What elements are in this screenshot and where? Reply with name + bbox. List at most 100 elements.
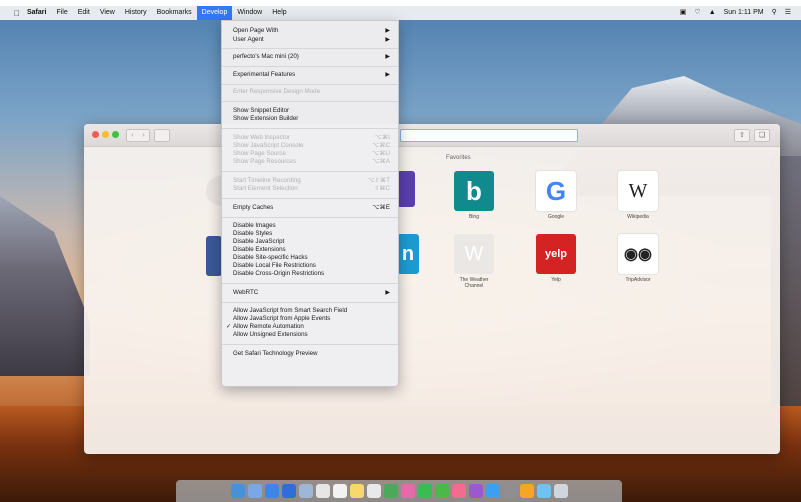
submenu-arrow-icon: ▶ — [385, 28, 390, 34]
menu-item-experimental-features[interactable]: Experimental Features ▶ — [233, 71, 390, 79]
menu-view[interactable]: View — [95, 6, 120, 20]
menu-file[interactable]: File — [51, 6, 72, 20]
menu-item-label: Disable JavaScript — [233, 238, 285, 245]
favorite-tile-bing[interactable]: b Bing — [454, 171, 494, 220]
menu-item-label: Show Page Resources — [233, 158, 296, 165]
menu-item-allow-smart-search[interactable]: Allow JavaScript from Smart Search Field — [233, 307, 390, 315]
notes-icon[interactable] — [349, 484, 364, 498]
menu-item-allow-apple-events[interactable]: Allow JavaScript from Apple Events — [233, 315, 390, 323]
menu-item-disable-extensions[interactable]: Disable Extensions — [233, 246, 390, 254]
maps-icon[interactable] — [383, 484, 398, 498]
messages-icon[interactable] — [417, 484, 432, 498]
menu-item-disable-images[interactable]: Disable Images — [233, 222, 390, 230]
menu-item-label: Show Web Inspector — [233, 134, 290, 141]
menu-item-label: Disable Local File Restrictions — [233, 262, 316, 269]
menu-item-label: WebRTC — [233, 289, 259, 296]
calendar-icon[interactable] — [332, 484, 347, 498]
favorite-tile-hidden-3[interactable] — [206, 236, 222, 279]
favorite-tile-yelp[interactable]: yelp Yelp — [536, 234, 576, 283]
nav-buttons: ‹ › — [126, 129, 150, 142]
back-icon[interactable]: ‹ — [127, 130, 138, 141]
trash-icon[interactable] — [553, 484, 568, 498]
menu-help[interactable]: Help — [267, 6, 291, 20]
menu-item-timeline[interactable]: Start Timeline Recording ⌥⇧⌘T — [233, 177, 390, 185]
menu-safari[interactable]: Safari — [22, 6, 51, 20]
weather-channel-icon: W — [454, 234, 494, 274]
menu-history[interactable]: History — [120, 6, 152, 20]
menu-item-device[interactable]: perfecto's Mac mini (20) ▶ — [233, 53, 390, 61]
music-icon[interactable] — [451, 484, 466, 498]
clock[interactable]: Sun 1:11 PM — [724, 6, 764, 20]
menu-item-label: Start Timeline Recording — [233, 177, 301, 184]
shortcut: ⌥⌘A — [372, 158, 390, 165]
app-icon[interactable] — [519, 484, 534, 498]
menu-item-tech-preview[interactable]: Get Safari Technology Preview — [233, 350, 390, 358]
zoom-button[interactable] — [112, 131, 119, 138]
siri-icon[interactable] — [247, 484, 262, 498]
forward-icon[interactable]: › — [138, 130, 149, 141]
menu-item-page-resources[interactable]: Show Page Resources ⌥⌘A — [233, 158, 390, 166]
sidebar-toggle-button[interactable] — [154, 129, 170, 142]
app-store-icon[interactable] — [485, 484, 500, 498]
menu-item-webrtc[interactable]: WebRTC ▶ — [233, 289, 390, 297]
photos-icon[interactable] — [400, 484, 415, 498]
podcasts-icon[interactable] — [468, 484, 483, 498]
develop-menu: Open Page With ▶ User Agent ▶ perfecto's M… — [221, 20, 399, 387]
menu-item-web-inspector[interactable]: Show Web Inspector ⌥⌘I — [233, 134, 390, 142]
finder-icon[interactable] — [230, 484, 245, 498]
menu-item-page-source[interactable]: Show Page Source ⌥⌘U — [233, 150, 390, 158]
menu-item-open-page-with[interactable]: Open Page With ▶ — [233, 27, 390, 35]
menu-item-snippet-editor[interactable]: Show Snippet Editor — [233, 107, 390, 115]
menu-item-label: Disable Extensions — [233, 246, 286, 253]
downloads-folder-icon[interactable] — [536, 484, 551, 498]
menu-item-label: User Agent — [233, 36, 264, 43]
menu-bar:  Safari File Edit View History Bookmark… — [0, 6, 801, 20]
favorite-tile-hidden-4[interactable]: n — [397, 234, 419, 277]
share-icon[interactable]: ⇧ — [734, 129, 750, 142]
launchpad-icon[interactable] — [264, 484, 279, 498]
menu-item-extension-builder[interactable]: Show Extension Builder — [233, 115, 390, 123]
menu-item-disable-styles[interactable]: Disable Styles — [233, 230, 390, 238]
close-button[interactable] — [92, 131, 99, 138]
menu-item-allow-remote-automation[interactable]: ✓ Allow Remote Automation — [226, 323, 390, 331]
mail-icon[interactable] — [298, 484, 313, 498]
address-bar[interactable] — [400, 129, 578, 142]
shortcut: ⌥⌘E — [372, 204, 390, 211]
minimize-button[interactable] — [102, 131, 109, 138]
contacts-icon[interactable] — [315, 484, 330, 498]
menu-item-responsive-design[interactable]: Enter Responsive Design Mode — [233, 88, 390, 96]
reminders-icon[interactable] — [366, 484, 381, 498]
facetime-icon[interactable] — [434, 484, 449, 498]
menu-item-label: Empty Caches — [233, 204, 274, 211]
menu-item-label: Get Safari Technology Preview — [233, 350, 318, 357]
favorite-tile-tripadvisor[interactable]: ◉◉ TripAdvisor — [618, 234, 658, 283]
safari-icon[interactable] — [281, 484, 296, 498]
notification-center-icon[interactable]: ☰ — [785, 6, 791, 20]
menu-bookmarks[interactable]: Bookmarks — [152, 6, 197, 20]
airplay-icon[interactable]: ▣ — [680, 6, 687, 20]
menu-item-js-console[interactable]: Show JavaScript Console ⌥⌘C — [233, 142, 390, 150]
menu-item-element-selection[interactable]: Start Element Selection ⇧⌘C — [233, 185, 390, 193]
menu-item-allow-unsigned[interactable]: Allow Unsigned Extensions — [233, 331, 390, 339]
system-preferences-icon[interactable] — [502, 484, 517, 498]
shortcut: ⌥⌘I — [374, 134, 390, 141]
favorite-tile-wikipedia[interactable]: W Wikipedia — [618, 171, 658, 220]
menu-item-disable-javascript[interactable]: Disable JavaScript — [233, 238, 390, 246]
heart-icon[interactable]: ♡ — [694, 6, 700, 20]
tabs-overview-icon[interactable]: ❏ — [754, 129, 770, 142]
menu-item-disable-cors[interactable]: Disable Cross-Origin Restrictions — [233, 270, 390, 278]
menu-develop[interactable]: Develop — [196, 6, 233, 20]
menu-separator — [222, 198, 398, 199]
spotlight-icon[interactable]: ⚲ — [772, 6, 777, 20]
menu-edit[interactable]: Edit — [73, 6, 95, 20]
apple-icon[interactable]:  — [12, 9, 22, 18]
favorite-tile-google[interactable]: G Google — [536, 171, 576, 220]
favorite-tile-weather-channel[interactable]: W The Weather Channel — [454, 234, 494, 289]
menu-window[interactable]: Window — [232, 6, 267, 20]
menu-item-user-agent[interactable]: User Agent ▶ — [233, 36, 390, 44]
menu-item-disable-site-hacks[interactable]: Disable Site-specific Hacks — [233, 254, 390, 262]
wifi-icon[interactable]: ▲ — [709, 6, 716, 20]
favorite-tile-hidden-2[interactable] — [397, 171, 415, 210]
menu-item-empty-caches[interactable]: Empty Caches ⌥⌘E — [233, 204, 390, 212]
menu-item-disable-local-file[interactable]: Disable Local File Restrictions — [233, 262, 390, 270]
